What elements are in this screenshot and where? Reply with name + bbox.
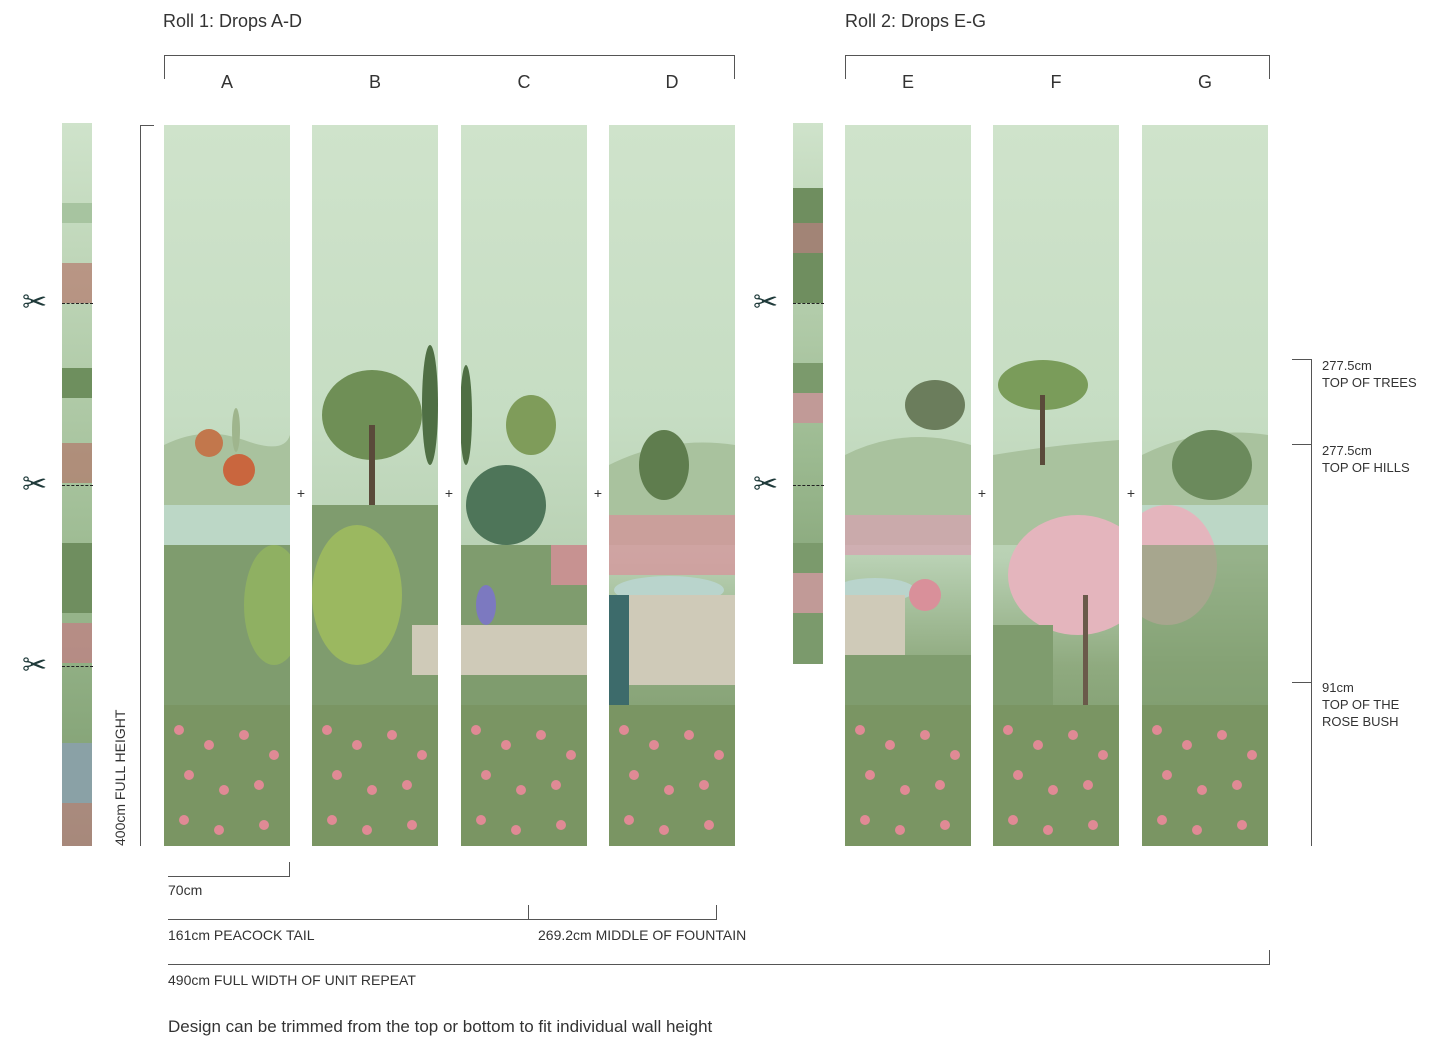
- marker-tick-rose: [1292, 682, 1312, 683]
- drop-panel-b: [312, 125, 438, 846]
- scissors-icon: ✂: [753, 468, 779, 501]
- roll-1-bracket: [164, 55, 735, 56]
- full-width-line: [168, 964, 1270, 965]
- fountain-tick: [716, 905, 717, 920]
- drop-label-e: E: [901, 72, 914, 92]
- drop-width-line: [168, 876, 290, 877]
- peacock-tick: [528, 905, 529, 920]
- drop-panel-c: [461, 125, 587, 846]
- drop-width-label: 70cm: [168, 882, 203, 898]
- drop-panel-f: [993, 125, 1119, 846]
- roll-2-title: Roll 2: Drops E-G: [845, 11, 987, 31]
- join-marker: +: [444, 485, 454, 501]
- join-marker: +: [977, 485, 987, 501]
- drop-panel-e: [845, 125, 971, 846]
- marker-hills-value: 277.5cm: [1322, 443, 1372, 458]
- cut-line: [62, 485, 93, 486]
- drop-panel-a: [164, 125, 290, 846]
- height-bracket: [140, 125, 141, 846]
- drop-label-b: B: [368, 72, 381, 92]
- fountain-label: 269.2cm MIDDLE OF FOUNTAIN: [538, 927, 747, 943]
- drop-width-tick: [289, 862, 290, 877]
- scissors-icon: ✂: [753, 286, 779, 319]
- marker-tick-hills: [1292, 444, 1312, 445]
- trim-note: Design can be trimmed from the top or bo…: [168, 1017, 713, 1036]
- drop-panel-g: [1142, 125, 1268, 846]
- drop-label-f: F: [1050, 72, 1062, 92]
- peacock-label: 161cm PEACOCK TAIL: [168, 927, 315, 943]
- marker-rose-value: 91cm: [1322, 680, 1354, 695]
- full-width-tick: [1269, 950, 1270, 965]
- full-height-label: 400cm FULL HEIGHT: [112, 709, 128, 846]
- join-marker: +: [1126, 485, 1136, 501]
- cut-line: [793, 303, 824, 304]
- roll-2-bracket: [845, 55, 1270, 56]
- marker-axis: [1311, 359, 1312, 846]
- marker-tick-trees: [1292, 359, 1312, 360]
- marker-rose-label-2: ROSE BUSH: [1322, 714, 1399, 729]
- height-bracket-top: [140, 125, 154, 126]
- marker-hills-label: TOP OF HILLS: [1322, 460, 1410, 475]
- scissors-icon: ✂: [22, 286, 48, 319]
- marker-rose-label-1: TOP OF THE: [1322, 697, 1400, 712]
- cut-line: [62, 666, 93, 667]
- drop-panel-d: [609, 125, 735, 846]
- roll-2-preview-strip: [793, 123, 823, 664]
- full-width-label: 490cm FULL WIDTH OF UNIT REPEAT: [168, 972, 416, 988]
- cut-line: [793, 485, 824, 486]
- drop-label-d: D: [665, 72, 679, 92]
- peacock-fountain-line: [168, 919, 717, 920]
- marker-trees-label: TOP OF TREES: [1322, 375, 1417, 390]
- drop-label-a: A: [220, 72, 233, 92]
- marker-trees-value: 277.5cm: [1322, 358, 1372, 373]
- roll-2-bracket-right: [1269, 55, 1270, 79]
- scissors-icon: ✂: [22, 649, 48, 682]
- cut-line: [62, 303, 93, 304]
- join-marker: +: [593, 485, 603, 501]
- drop-label-g: G: [1197, 72, 1212, 92]
- roll-1-title: Roll 1: Drops A-D: [163, 11, 303, 31]
- drop-label-c: C: [517, 72, 531, 92]
- scissors-icon: ✂: [22, 468, 48, 501]
- join-marker: +: [296, 485, 306, 501]
